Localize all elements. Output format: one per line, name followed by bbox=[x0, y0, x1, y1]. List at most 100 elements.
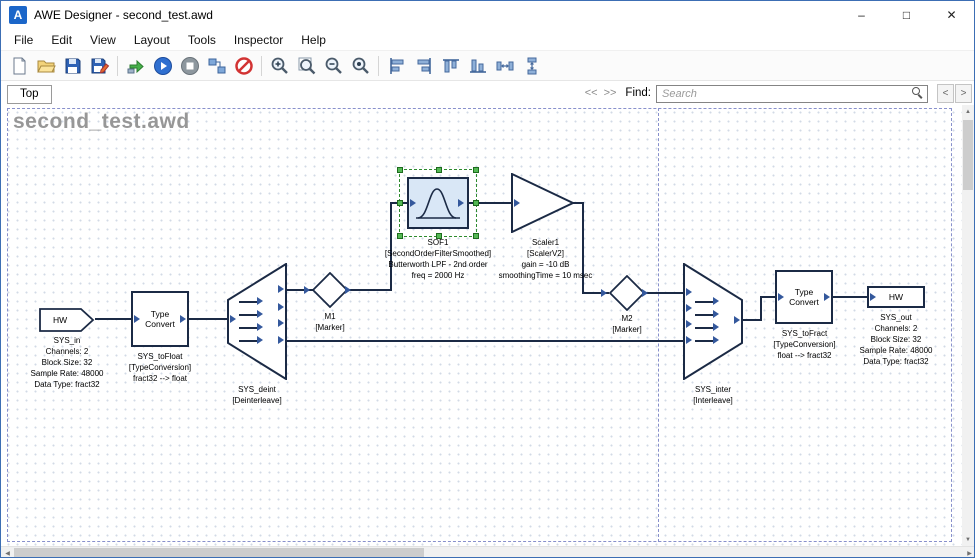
menu-item-tools[interactable]: Tools bbox=[179, 30, 225, 50]
save-as-button[interactable] bbox=[86, 53, 113, 79]
nav-back-button[interactable]: << bbox=[585, 87, 598, 99]
selection-outline bbox=[399, 169, 477, 237]
design-canvas[interactable]: second_test.awd HW SYS_inChannels: 2Bloc… bbox=[1, 105, 964, 546]
minimize-button[interactable]: – bbox=[839, 1, 884, 29]
output-pin[interactable] bbox=[642, 289, 648, 297]
pin[interactable] bbox=[713, 297, 719, 305]
align-bottom-button[interactable] bbox=[464, 53, 491, 79]
distribute-vertical-icon bbox=[522, 56, 542, 76]
wire[interactable] bbox=[645, 292, 683, 294]
align-top-button[interactable] bbox=[437, 53, 464, 79]
pin[interactable] bbox=[257, 323, 263, 331]
tab-strip: Top << >> Find: < > bbox=[1, 81, 974, 105]
output-pin[interactable] bbox=[278, 336, 284, 344]
zoom-in-button[interactable] bbox=[266, 53, 293, 79]
distribute-vertical-button[interactable] bbox=[518, 53, 545, 79]
input-pin[interactable] bbox=[601, 289, 607, 297]
output-pin[interactable] bbox=[345, 286, 351, 294]
pin[interactable] bbox=[713, 323, 719, 331]
wire[interactable] bbox=[760, 296, 775, 298]
pin[interactable] bbox=[257, 297, 263, 305]
zoom-out-button[interactable] bbox=[320, 53, 347, 79]
input-pin[interactable] bbox=[134, 315, 140, 323]
search-icon[interactable] bbox=[912, 87, 920, 95]
zoom-100-button[interactable] bbox=[347, 53, 374, 79]
selection-handle[interactable] bbox=[473, 167, 479, 173]
horizontal-scrollbar[interactable]: ◀ ▶ bbox=[1, 546, 975, 558]
nav-forward-button[interactable]: >> bbox=[604, 87, 617, 99]
menu-item-help[interactable]: Help bbox=[292, 30, 335, 50]
input-pin[interactable] bbox=[514, 199, 520, 207]
connect-button[interactable] bbox=[122, 53, 149, 79]
open-button[interactable] bbox=[32, 53, 59, 79]
tab-top[interactable]: Top bbox=[7, 85, 52, 104]
wire[interactable] bbox=[347, 289, 391, 291]
wire[interactable] bbox=[833, 296, 867, 298]
block-m2[interactable] bbox=[609, 275, 645, 311]
selection-handle[interactable] bbox=[473, 200, 479, 206]
output-pin[interactable] bbox=[824, 293, 830, 301]
input-pin[interactable] bbox=[778, 293, 784, 301]
input-pin[interactable] bbox=[304, 286, 310, 294]
output-pin[interactable] bbox=[278, 319, 284, 327]
tab-scroll-left-button[interactable]: < bbox=[937, 84, 954, 103]
scroll-down-button[interactable]: ▼ bbox=[962, 533, 974, 546]
selection-handle[interactable] bbox=[397, 167, 403, 173]
input-pin[interactable] bbox=[686, 288, 692, 296]
wire[interactable] bbox=[95, 318, 131, 320]
align-top-icon bbox=[441, 56, 461, 76]
stop-button[interactable] bbox=[176, 53, 203, 79]
block-sys-deint-caption: SYS_deint[Deinterleave] bbox=[197, 384, 317, 406]
find-input[interactable] bbox=[656, 85, 928, 103]
title-bar[interactable]: A AWE Designer - second_test.awd – □ ✕ bbox=[1, 1, 974, 29]
output-pin[interactable] bbox=[278, 285, 284, 293]
save-button[interactable] bbox=[59, 53, 86, 79]
output-pin[interactable] bbox=[180, 315, 186, 323]
output-pin[interactable] bbox=[734, 316, 740, 324]
channel-line bbox=[695, 340, 714, 342]
menu-item-file[interactable]: File bbox=[5, 30, 42, 50]
wire[interactable] bbox=[760, 296, 762, 321]
new-button[interactable] bbox=[5, 53, 32, 79]
halt-button[interactable] bbox=[230, 53, 257, 79]
input-pin[interactable] bbox=[686, 336, 692, 344]
input-pin[interactable] bbox=[686, 304, 692, 312]
scroll-left-button[interactable]: ◀ bbox=[1, 547, 14, 558]
distribute-horizontal-button[interactable] bbox=[491, 53, 518, 79]
input-pin[interactable] bbox=[870, 293, 876, 301]
menu-item-inspector[interactable]: Inspector bbox=[225, 30, 292, 50]
align-right-button[interactable] bbox=[410, 53, 437, 79]
menu-item-edit[interactable]: Edit bbox=[42, 30, 81, 50]
input-pin[interactable] bbox=[686, 320, 692, 328]
selection-handle[interactable] bbox=[436, 167, 442, 173]
close-button[interactable]: ✕ bbox=[929, 1, 974, 29]
horizontal-scrollbar-thumb[interactable] bbox=[14, 548, 424, 558]
profile-button[interactable] bbox=[203, 53, 230, 79]
maximize-button[interactable]: □ bbox=[884, 1, 929, 29]
input-pin[interactable] bbox=[230, 315, 236, 323]
vertical-scrollbar-thumb[interactable] bbox=[963, 120, 973, 190]
wire[interactable] bbox=[189, 318, 227, 320]
block-m1[interactable] bbox=[312, 272, 348, 308]
align-right-icon bbox=[414, 56, 434, 76]
menu-item-view[interactable]: View bbox=[81, 30, 125, 50]
toolbar-separator bbox=[117, 56, 118, 76]
menu-item-layout[interactable]: Layout bbox=[125, 30, 179, 50]
align-left-button[interactable] bbox=[383, 53, 410, 79]
pin[interactable] bbox=[257, 336, 263, 344]
pin[interactable] bbox=[713, 310, 719, 318]
wire[interactable] bbox=[743, 319, 761, 321]
scroll-up-button[interactable]: ▲ bbox=[962, 105, 974, 118]
selection-handle[interactable] bbox=[397, 200, 403, 206]
caption-line: [Interleave] bbox=[653, 395, 773, 406]
vertical-scrollbar[interactable]: ▲ ▼ bbox=[962, 105, 974, 546]
wire[interactable] bbox=[285, 340, 683, 342]
play-button[interactable] bbox=[149, 53, 176, 79]
output-pin[interactable] bbox=[278, 303, 284, 311]
pin[interactable] bbox=[257, 310, 263, 318]
pin[interactable] bbox=[713, 336, 719, 344]
zoom-fit-button[interactable] bbox=[293, 53, 320, 79]
scroll-right-button[interactable]: ▶ bbox=[963, 547, 975, 558]
block-scaler1[interactable] bbox=[511, 173, 575, 233]
tab-scroll-right-button[interactable]: > bbox=[955, 84, 972, 103]
